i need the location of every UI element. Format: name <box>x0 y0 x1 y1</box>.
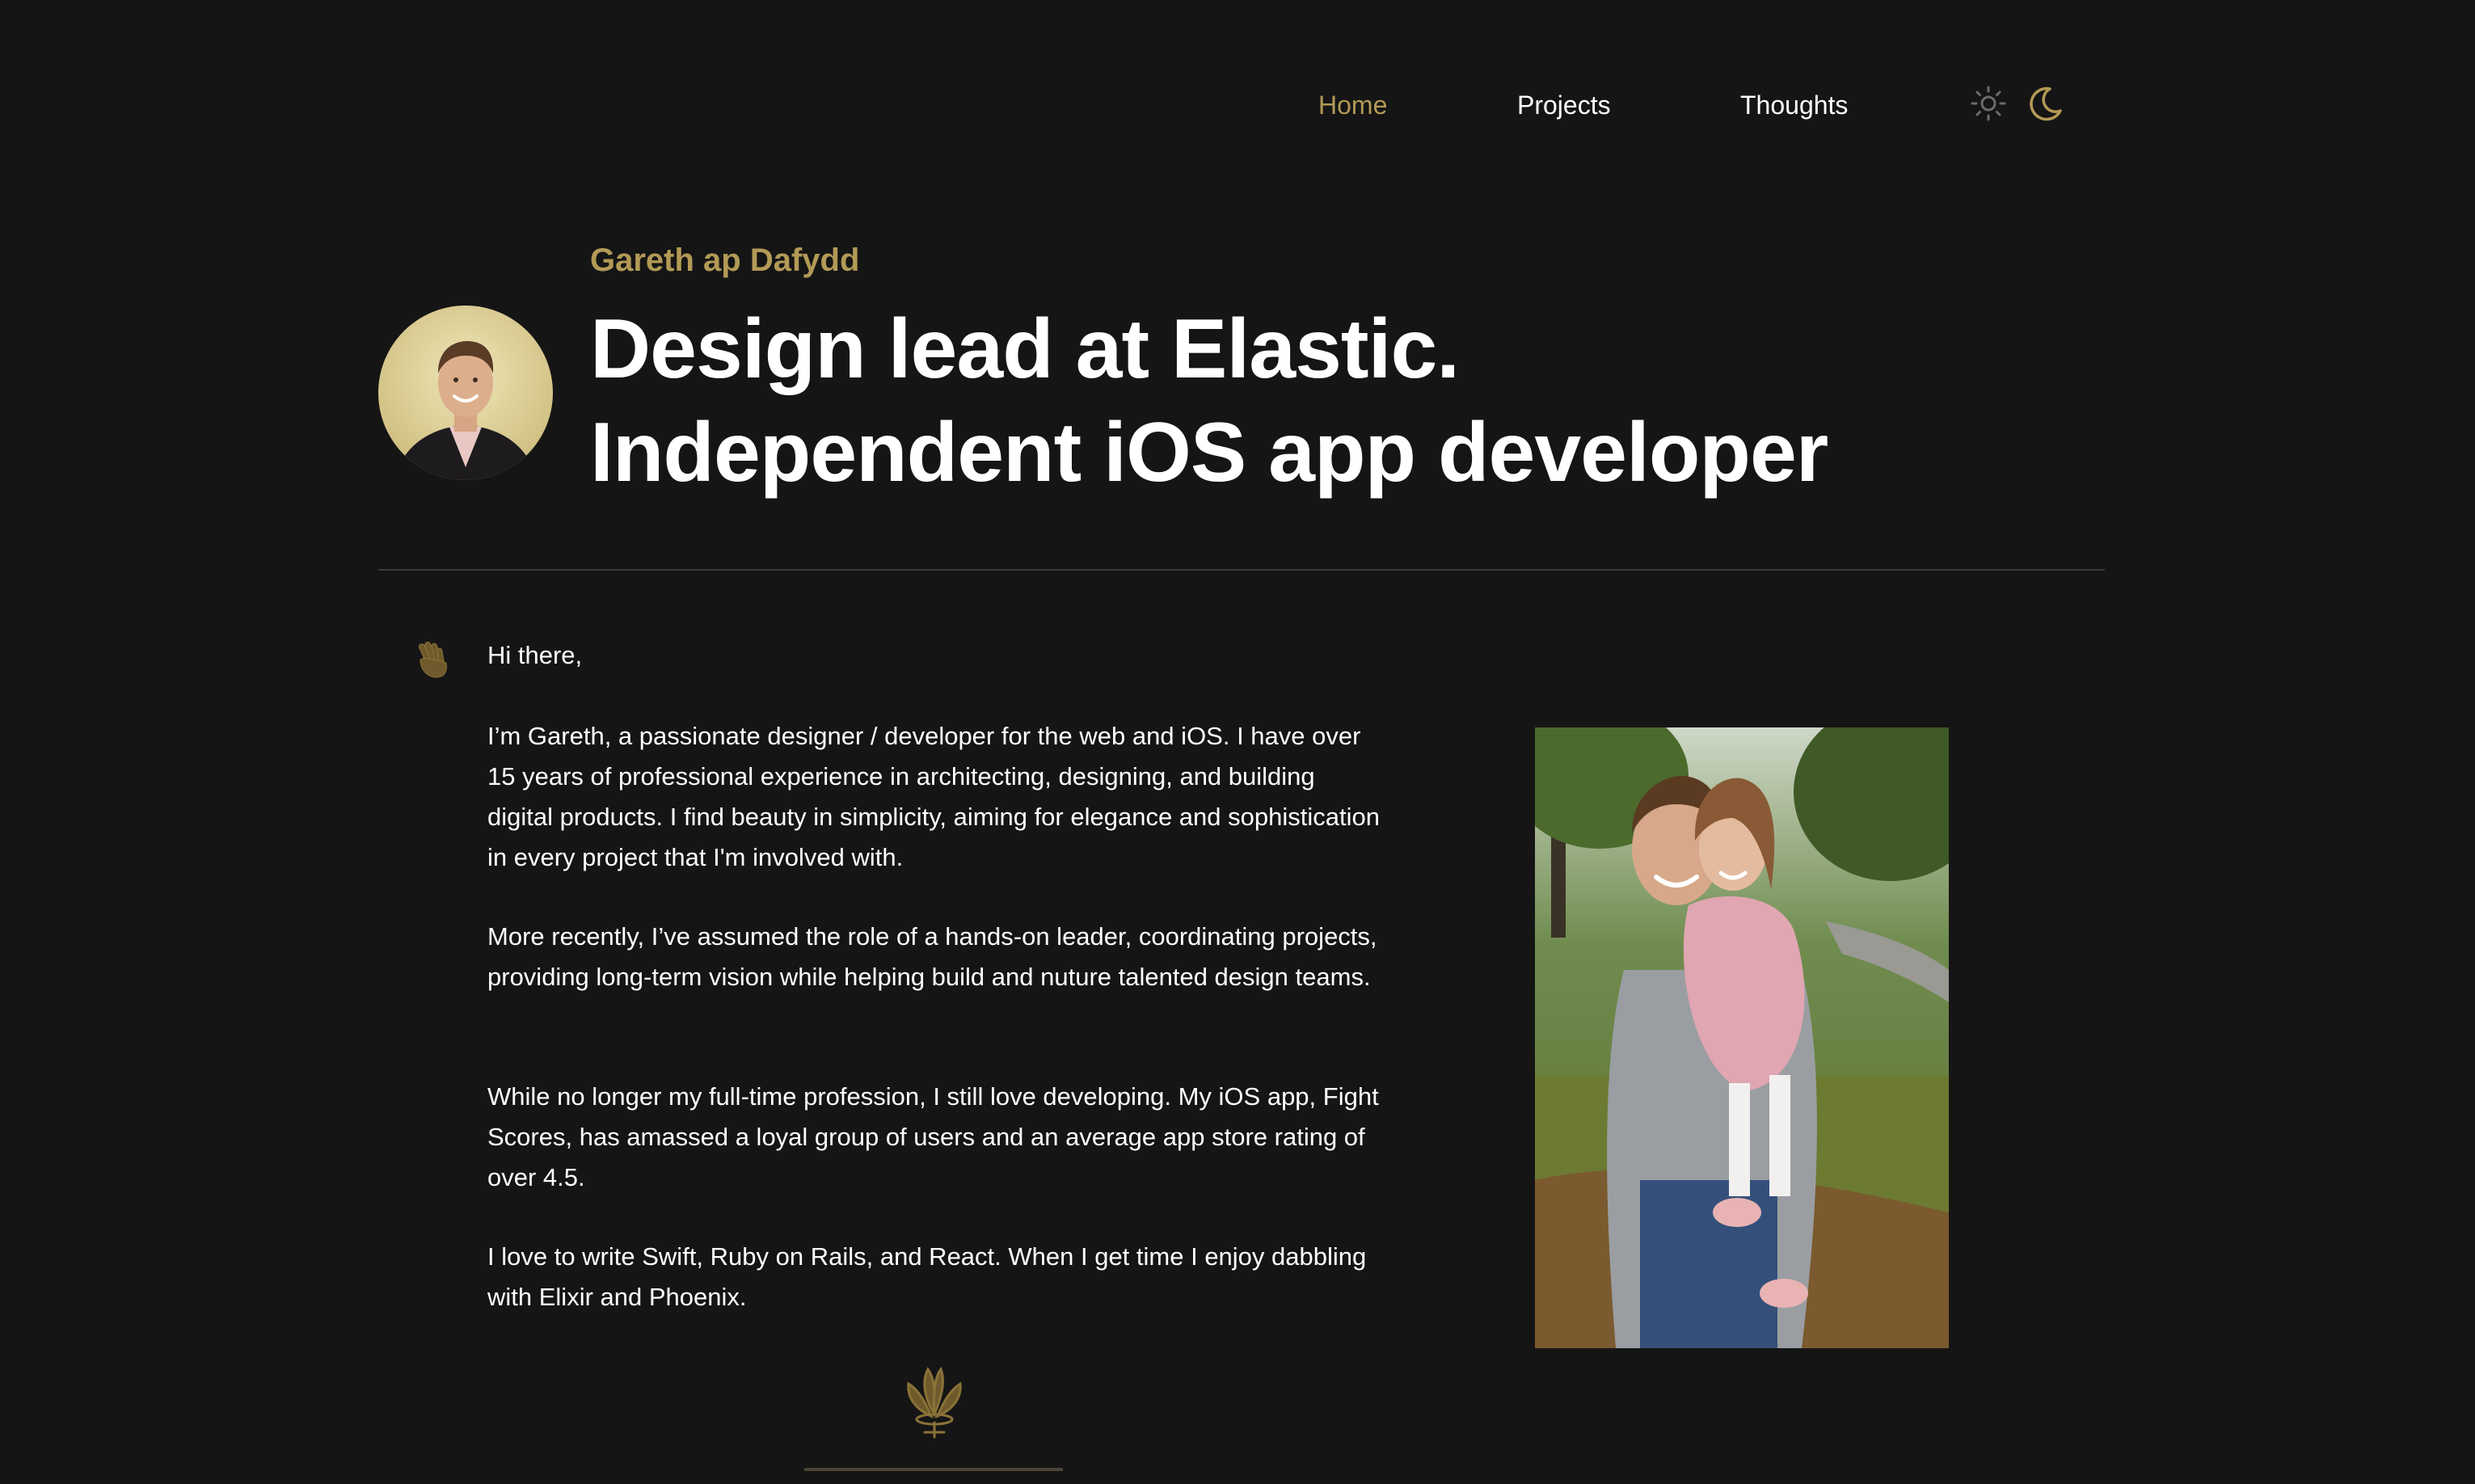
nav-projects-link[interactable]: Projects <box>1517 87 1611 123</box>
footer-divider <box>804 1468 1063 1471</box>
intro-paragraph-2: More recently, I’ve assumed the role of … <box>487 922 1377 991</box>
nav-home-link[interactable]: Home <box>1318 87 1387 123</box>
nav-thoughts-link[interactable]: Thoughts <box>1740 87 1848 123</box>
header-divider <box>378 569 2105 571</box>
intro-paragraph-4: I love to write Swift, Ruby on Rails, an… <box>487 1242 1367 1311</box>
avatar <box>378 306 553 480</box>
sun-icon[interactable] <box>1969 84 2008 123</box>
headline-line-1: Design lead at Elastic. <box>590 302 1460 396</box>
page: Home Projects Thoughts Gareth ap Dafydd … <box>0 0 2475 1484</box>
family-photo <box>1535 727 1949 1348</box>
greeting-text: Hi there, <box>487 641 583 669</box>
page-title: Design lead at Elastic. Independent iOS … <box>590 297 1828 504</box>
feathers-crest-icon <box>892 1358 976 1442</box>
waving-hand-icon <box>412 639 454 681</box>
headline-line-2: Independent iOS app developer <box>590 406 1828 500</box>
intro-paragraph-3: While no longer my full-time profession,… <box>487 1082 1379 1191</box>
moon-icon[interactable] <box>2026 84 2064 123</box>
author-name: Gareth ap Dafydd <box>590 242 860 278</box>
intro-paragraph-1: I’m Gareth, a passionate designer / deve… <box>487 722 1380 871</box>
